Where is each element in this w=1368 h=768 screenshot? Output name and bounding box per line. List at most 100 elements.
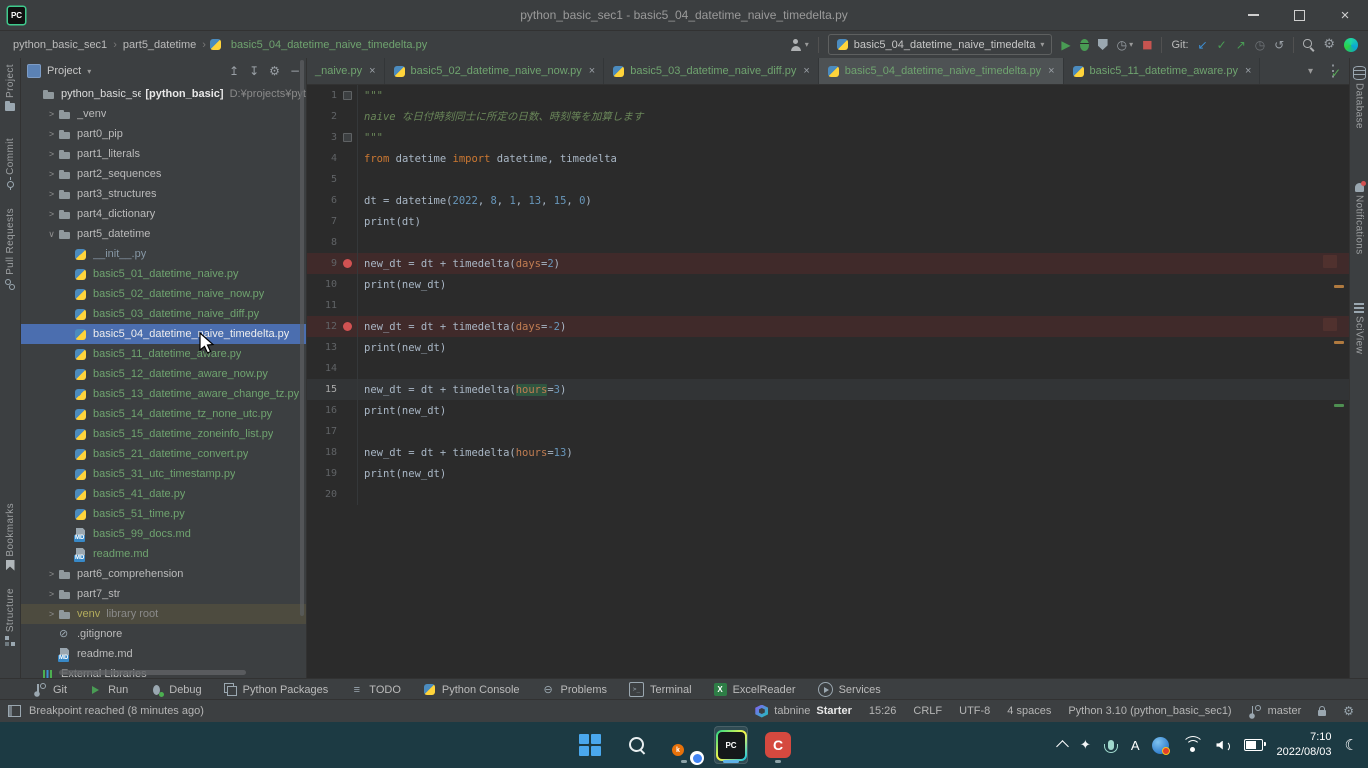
tree-item[interactable]: basic5_21_datetime_convert.py <box>21 444 306 464</box>
tree-item[interactable]: basic5_13_datetime_aware_change_tz.py <box>21 384 306 404</box>
breadcrumb-current-file[interactable]: basic5_04_datetime_naive_timedelta.py <box>209 38 427 51</box>
tool-stripe-project[interactable]: Project <box>0 64 20 113</box>
tool-stripe-database[interactable]: Database <box>1350 66 1368 129</box>
tree-item[interactable]: python_basic_sec1 [python_basic] D:¥proj… <box>21 84 306 104</box>
tree-item[interactable]: readme.md <box>21 644 306 664</box>
stripe-mark[interactable] <box>1334 404 1344 407</box>
editor-tab[interactable]: basic5_11_datetime_aware.py × <box>1064 58 1261 84</box>
taskbar-search-button[interactable] <box>620 726 654 764</box>
line-number[interactable]: 11 <box>307 300 337 311</box>
tree-item[interactable]: > part6_comprehension <box>21 564 306 584</box>
tree-item[interactable]: > part2_sequences <box>21 164 306 184</box>
close-tab-icon[interactable]: × <box>1245 65 1251 77</box>
git-push-button[interactable]: ↗ <box>1236 38 1246 52</box>
tree-item[interactable]: basic5_14_datetime_tz_none_utc.py <box>21 404 306 424</box>
tool-window-button[interactable]: Services <box>818 682 881 697</box>
taskbar-pycharm-button[interactable]: PC <box>714 726 748 764</box>
restore-button[interactable] <box>1276 0 1322 30</box>
tree-chevron-icon[interactable]: > <box>45 149 58 159</box>
settings-button[interactable]: ⚙ <box>1323 37 1335 52</box>
line-number[interactable]: 7 <box>307 216 337 227</box>
ide-settings-icon[interactable]: ⚙ <box>1343 704 1354 718</box>
tree-chevron-icon[interactable]: > <box>45 209 58 219</box>
breakpoint-stripe-mark[interactable] <box>1323 318 1337 331</box>
tree-item[interactable]: > _venv <box>21 104 306 124</box>
tree-chevron-icon[interactable]: > <box>45 569 58 579</box>
minimize-button[interactable] <box>1230 0 1276 30</box>
tool-stripe-bookmarks[interactable]: Bookmarks <box>0 503 20 571</box>
code-editor[interactable]: 1 """ 2 naive な日付時刻同士に所定の日数、時刻等を加算します 3 <box>307 85 1349 678</box>
ime-indicator[interactable]: A <box>1131 738 1140 753</box>
tree-item[interactable]: basic5_31_utc_timestamp.py <box>21 464 306 484</box>
tree-item[interactable]: > part3_structures <box>21 184 306 204</box>
coverage-button[interactable] <box>1098 39 1108 50</box>
tool-window-button[interactable]: Debug <box>150 683 201 696</box>
breakpoint-stripe-mark[interactable] <box>1323 255 1337 268</box>
taskbar-clock[interactable]: 7:10 2022/08/03 <box>1276 730 1331 760</box>
run-configuration-select[interactable]: basic5_04_datetime_naive_timedelta ▾ <box>828 34 1053 55</box>
taskbar-chrome-button[interactable]: k <box>667 726 701 764</box>
breadcrumb-item[interactable]: python_basic_sec1› <box>10 39 120 51</box>
tree-item[interactable]: > part0_pip <box>21 124 306 144</box>
tree-chevron-icon[interactable]: > <box>45 109 58 119</box>
stripe-mark[interactable] <box>1334 285 1344 288</box>
tree-item[interactable]: basic5_01_datetime_naive.py <box>21 264 306 284</box>
line-number[interactable]: 1 <box>307 90 337 101</box>
tree-item[interactable]: > part7_str <box>21 584 306 604</box>
close-button[interactable]: × <box>1322 0 1368 30</box>
tree-chevron-icon[interactable]: > <box>45 129 58 139</box>
stop-button[interactable]: ■ <box>1142 38 1152 51</box>
close-tab-icon[interactable]: × <box>369 65 375 77</box>
editor-tab[interactable]: basic5_03_datetime_naive_diff.py × <box>604 58 819 84</box>
tree-item[interactable]: __init__.py <box>21 244 306 264</box>
tree-item[interactable]: > part4_dictionary <box>21 204 306 224</box>
expand-all-button[interactable]: ↥ <box>229 64 239 78</box>
microphone-icon[interactable] <box>1108 740 1114 750</box>
line-number[interactable]: 19 <box>307 468 337 479</box>
tray-overflow-chevron-icon[interactable] <box>1056 740 1069 753</box>
project-view-dropdown-icon[interactable]: ▾ <box>87 67 91 76</box>
line-number[interactable]: 3 <box>307 132 337 143</box>
tree-item[interactable]: .gitignore <box>21 624 306 644</box>
tree-chevron-icon[interactable]: > <box>45 169 58 179</box>
tab-overflow-icon[interactable]: ▾ <box>1308 66 1313 77</box>
line-number[interactable]: 4 <box>307 153 337 164</box>
tool-window-button[interactable]: Run <box>89 683 128 696</box>
start-button[interactable] <box>573 726 607 764</box>
tree-item[interactable]: basic5_99_docs.md <box>21 524 306 544</box>
tree-chevron-icon[interactable]: > <box>45 589 58 599</box>
close-tab-icon[interactable]: × <box>803 65 809 77</box>
tree-item[interactable]: basic5_51_time.py <box>21 504 306 524</box>
fold-marker-icon[interactable] <box>343 133 352 142</box>
close-tab-icon[interactable]: × <box>1048 65 1054 77</box>
git-history-button[interactable]: ◷ <box>1255 38 1265 52</box>
line-number[interactable]: 13 <box>307 342 337 353</box>
wifi-icon[interactable] <box>1190 747 1195 752</box>
toolwindow-toggle-icon[interactable] <box>8 705 21 717</box>
line-ending-indicator[interactable]: CRLF <box>913 705 942 717</box>
line-number[interactable]: 14 <box>307 363 337 374</box>
dropbox-icon[interactable]: ✦ <box>1080 738 1091 753</box>
line-number[interactable]: 20 <box>307 489 337 500</box>
close-tab-icon[interactable]: × <box>589 65 595 77</box>
breakpoint-icon[interactable] <box>343 259 352 268</box>
line-number[interactable]: 6 <box>307 195 337 206</box>
project-panel-title[interactable]: Project <box>47 65 81 77</box>
status-message[interactable]: Breakpoint reached (8 minutes ago) <box>29 705 204 717</box>
tree-chevron-icon[interactable]: > <box>45 609 58 619</box>
tree-item[interactable]: basic5_12_datetime_aware_now.py <box>21 364 306 384</box>
breakpoint-icon[interactable] <box>343 322 352 331</box>
line-number[interactable]: 10 <box>307 279 337 290</box>
fold-marker-icon[interactable] <box>343 91 352 100</box>
inspection-ok-icon[interactable]: ✓ <box>1331 66 1341 80</box>
focus-assist-moon-icon[interactable]: ☾ <box>1345 736 1358 754</box>
line-number[interactable]: 15 <box>307 384 337 395</box>
line-number[interactable]: 2 <box>307 111 337 122</box>
tool-window-button[interactable]: X ExcelReader <box>714 683 796 696</box>
run-button[interactable]: ▶ <box>1061 38 1070 52</box>
encoding-indicator[interactable]: UTF-8 <box>959 705 990 717</box>
line-number[interactable]: 18 <box>307 447 337 458</box>
tool-stripe-pull-requests[interactable]: Pull Requests <box>0 208 20 290</box>
tabnine-status[interactable]: tabnine Starter <box>755 705 852 718</box>
profiler-button[interactable]: ◷▾ <box>1117 38 1134 52</box>
